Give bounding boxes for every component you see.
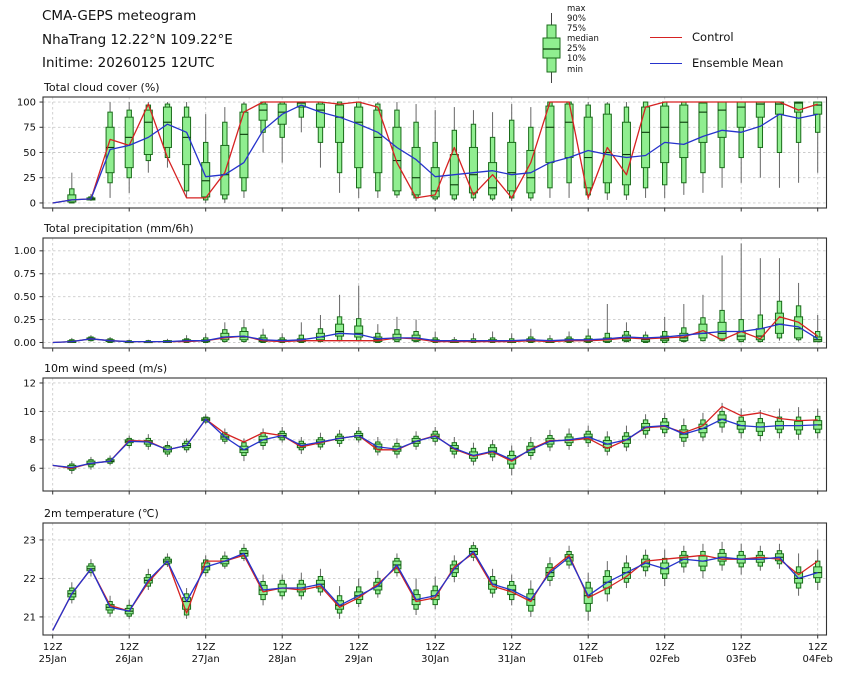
- legend-label-median: median: [567, 34, 599, 45]
- svg-text:03Feb: 03Feb: [726, 654, 756, 665]
- legend-entry-control: Control: [650, 24, 783, 50]
- legend-label-min: min: [567, 64, 584, 75]
- svg-text:100: 100: [17, 97, 36, 108]
- svg-text:0.75: 0.75: [14, 269, 36, 280]
- svg-text:6: 6: [30, 464, 36, 475]
- legend-entry-ensemble-mean: Ensemble Mean: [650, 50, 783, 76]
- svg-text:12Z: 12Z: [349, 642, 369, 653]
- svg-text:10: 10: [23, 407, 36, 418]
- control-label: Control: [692, 30, 734, 44]
- svg-text:26Jan: 26Jan: [115, 654, 143, 665]
- svg-text:1.00: 1.00: [14, 246, 36, 257]
- meteogram-page: 0 25 50 75 100 0.00 0.25 0.50 0.75 1.00 6 8 10 12 21 22…: [0, 0, 844, 680]
- svg-text:01Feb: 01Feb: [573, 654, 603, 665]
- control-line-icon: [650, 36, 682, 38]
- ensemble-mean-line-icon: [650, 62, 682, 64]
- svg-text:0.00: 0.00: [14, 338, 36, 349]
- legend-label-75: 75%: [567, 24, 586, 35]
- svg-text:75: 75: [23, 123, 36, 134]
- station-coordinates: NhaTrang 12.22°N 109.22°E: [42, 31, 233, 48]
- svg-text:31Jan: 31Jan: [498, 654, 526, 665]
- boxplot-legend-labels: max 90% 75% median 25% 10% min: [567, 4, 599, 75]
- svg-text:30Jan: 30Jan: [421, 654, 449, 665]
- svg-text:12: 12: [23, 378, 36, 389]
- svg-text:23: 23: [23, 535, 36, 546]
- svg-text:12Z: 12Z: [655, 642, 675, 653]
- svg-text:50: 50: [23, 148, 36, 159]
- svg-text:0.50: 0.50: [14, 292, 36, 303]
- legend-label-25: 25%: [567, 44, 586, 55]
- svg-text:22: 22: [23, 574, 36, 585]
- legend-label-10: 10%: [567, 54, 586, 65]
- svg-text:12Z: 12Z: [119, 642, 139, 653]
- svg-text:12Z: 12Z: [578, 642, 598, 653]
- ensemble-mean-label: Ensemble Mean: [692, 56, 784, 70]
- app-title: CMA-GEPS meteogram: [42, 8, 197, 24]
- svg-text:12Z: 12Z: [272, 642, 292, 653]
- legend-label-max: max: [567, 4, 586, 14]
- panel-title-wind-speed: 10m wind speed (m/s): [44, 362, 168, 375]
- svg-text:12Z: 12Z: [425, 642, 445, 653]
- svg-text:12Z: 12Z: [808, 642, 828, 653]
- svg-text:12Z: 12Z: [196, 642, 216, 653]
- series-legend: Control Ensemble Mean: [650, 24, 783, 76]
- svg-text:12Z: 12Z: [502, 642, 522, 653]
- panel-title-cloud-cover: Total cloud cover (%): [44, 81, 160, 94]
- meteogram-canvas: 0 25 50 75 100 0.00 0.25 0.50 0.75 1.00 6 8 10 12 21 22…: [14, 96, 833, 665]
- svg-text:02Feb: 02Feb: [649, 654, 679, 665]
- svg-text:29Jan: 29Jan: [345, 654, 373, 665]
- svg-text:8: 8: [30, 435, 36, 446]
- svg-text:25: 25: [23, 173, 36, 184]
- svg-text:27Jan: 27Jan: [192, 654, 220, 665]
- header: CMA-GEPS meteogram NhaTrang 12.22°N 109.…: [42, 5, 233, 76]
- svg-text:21: 21: [23, 612, 36, 623]
- svg-text:04Feb: 04Feb: [802, 654, 832, 665]
- svg-text:12Z: 12Z: [43, 642, 63, 653]
- svg-text:0.25: 0.25: [14, 315, 36, 326]
- svg-text:25Jan: 25Jan: [39, 654, 67, 665]
- svg-text:12Z: 12Z: [731, 642, 751, 653]
- svg-text:28Jan: 28Jan: [268, 654, 296, 665]
- svg-text:0: 0: [30, 198, 36, 209]
- legend-label-90: 90%: [567, 14, 586, 25]
- init-time: Initime: 20260125 12UTC: [42, 55, 215, 71]
- panel-title-precipitation: Total precipitation (mm/6h): [44, 222, 194, 235]
- panel-title-temperature: 2m temperature (℃): [44, 507, 159, 520]
